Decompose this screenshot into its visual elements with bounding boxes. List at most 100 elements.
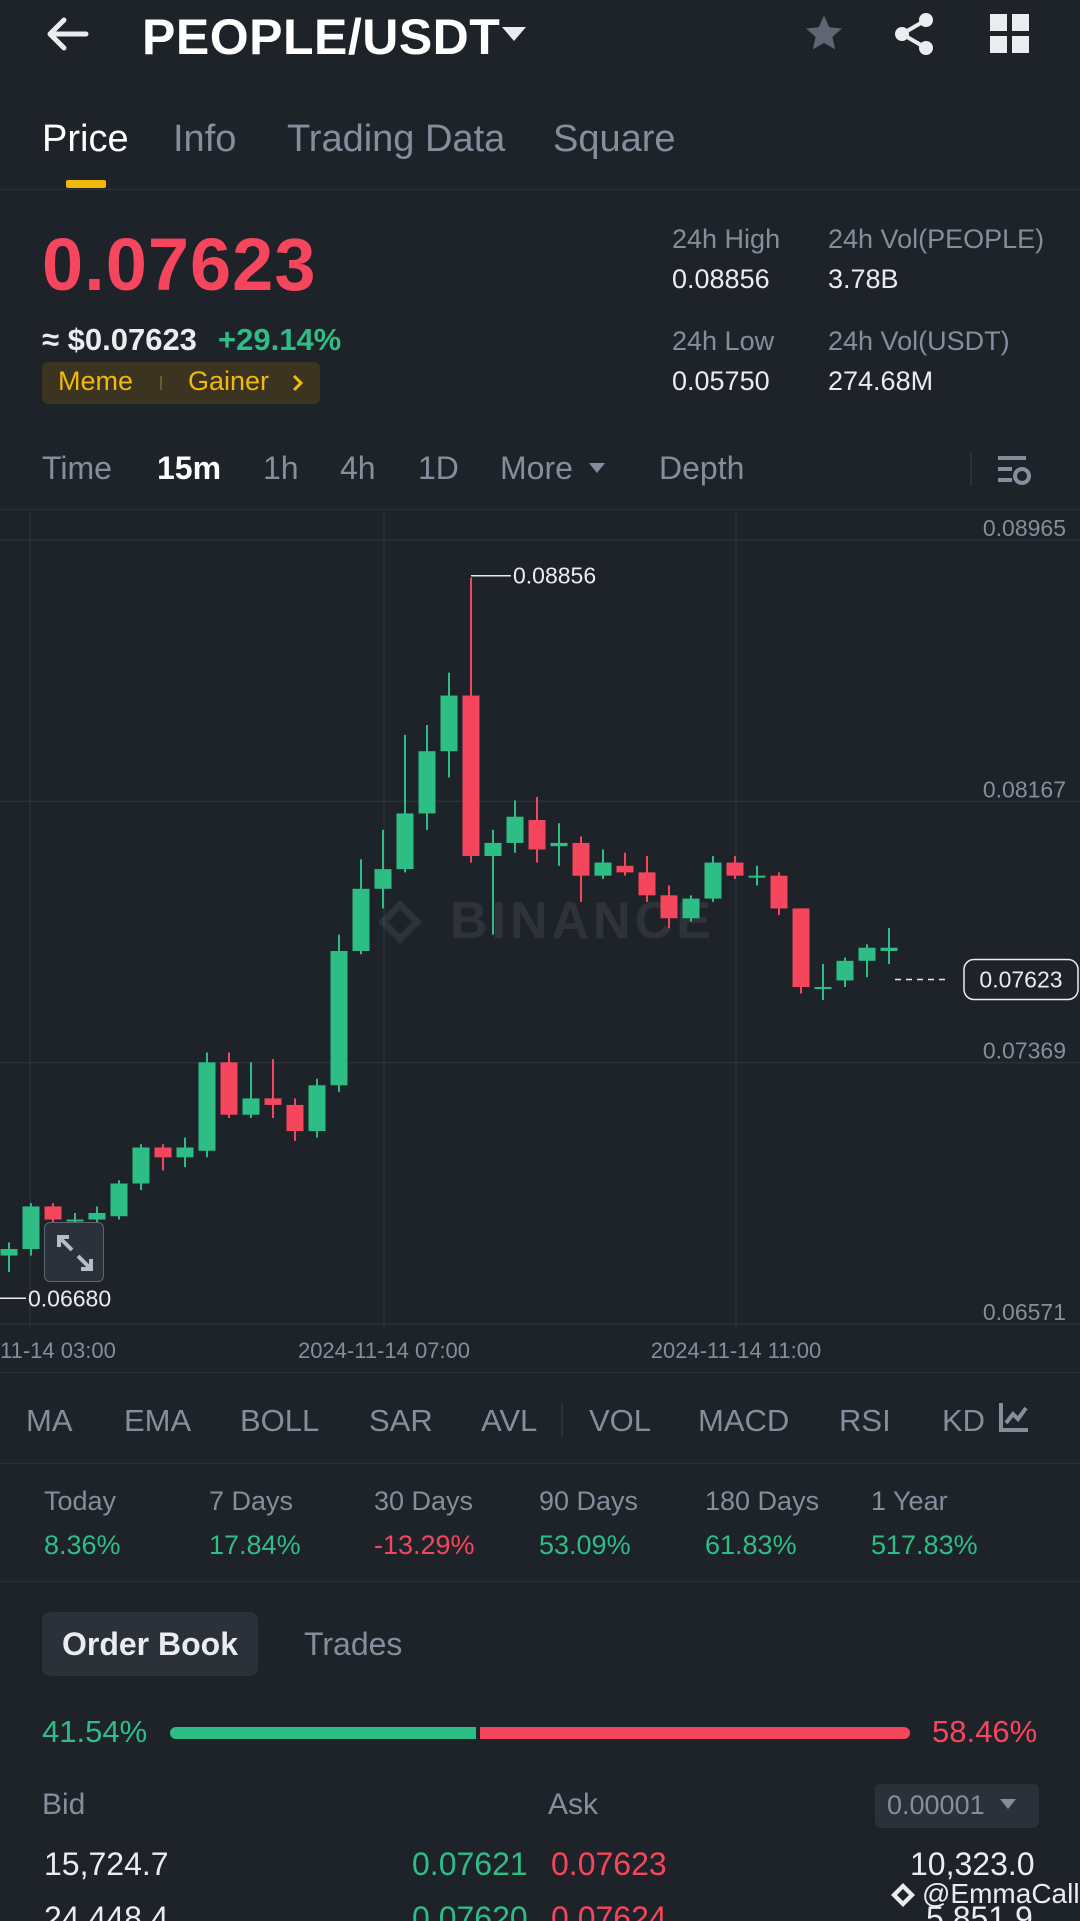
indicator-divider [561,1403,563,1437]
candlestick-chart[interactable]: BINANCE 0.08965 0.08167 0.07369 0.06571 11-1… [0,512,1080,1372]
candle-up [594,862,612,876]
interval-divider [970,452,972,486]
candle-down [792,908,810,988]
indicator-vol[interactable]: VOL [589,1403,651,1439]
tab-trading-data[interactable]: Trading Data [287,118,505,161]
tab-price[interactable]: Price [42,118,129,161]
candle-up [352,888,370,951]
candle-up [550,842,568,847]
candle-up [308,1085,326,1132]
last-price: 0.07623 [42,223,317,306]
perf-label-180d: 180 Days [705,1486,820,1516]
candle-up [242,1098,260,1115]
bid-qty-row2[interactable]: 24,448.4 [44,1900,169,1921]
perf-value-1y: 517.83% [871,1530,978,1560]
precision-select[interactable]: 0.00001 [875,1784,1039,1828]
perf-label-30d: 30 Days [374,1486,474,1516]
indicator-macd[interactable]: MACD [698,1403,789,1439]
stat-low-value: 0.05750 [672,366,770,396]
bid-qty-row1[interactable]: 15,724.7 [44,1846,169,1883]
caret-down-icon[interactable] [500,24,528,44]
tag-bar[interactable]: Meme Gainer [42,362,320,404]
candle-up [110,1183,128,1217]
share-icon[interactable] [892,12,936,56]
main-tabs: Price Info Trading Data Square [0,108,1080,190]
candle-up [198,1062,216,1151]
candle-up [440,695,458,752]
indicator-kd[interactable]: KD [942,1403,985,1439]
perf-label-7d: 7 Days [209,1486,294,1516]
stat-high-value: 0.08856 [672,264,770,294]
candle-down [660,895,678,919]
low-marker-label: 0.06680 [28,1285,111,1311]
price-change: +29.14% [218,322,342,357]
candle-down [726,862,744,876]
candle-down [44,1206,62,1220]
interval-1h[interactable]: 1h [263,450,299,487]
candle-down [264,1098,282,1105]
precision-value: 0.00001 [887,1790,985,1820]
tag-divider [160,376,162,390]
tab-order-book[interactable]: Order Book [42,1612,258,1676]
ask-price-row2[interactable]: 0.07624 [551,1900,667,1921]
stat-vol-base-value: 3.78B [828,264,899,294]
chart-settings-icon[interactable] [996,452,1032,488]
indicator-ema[interactable]: EMA [124,1403,191,1439]
time-axis-label: 2024-11-14 11:00 [651,1338,821,1363]
bid-price-row1[interactable]: 0.07621 [412,1846,528,1883]
candle-up [814,987,832,990]
stat-vol-base-label: 24h Vol(PEOPLE) [828,224,1045,254]
candle-up [330,950,348,1086]
indicator-bar: MA EMA BOLL SAR AVL VOL MACD RSI KD [0,1372,1080,1464]
indicator-avl[interactable]: AVL [481,1403,537,1439]
fullscreen-button[interactable] [44,1222,104,1282]
indicator-settings-icon[interactable] [998,1401,1030,1433]
indicator-sar[interactable]: SAR [369,1403,433,1439]
indicator-boll[interactable]: BOLL [240,1403,319,1439]
price-axis-label: 0.08965 [983,515,1066,541]
indicator-ma[interactable]: MA [26,1403,73,1439]
interval-bar: Time 15m 1h 4h 1D More Depth [0,440,1080,510]
stat-high-label: 24h High [672,224,781,254]
perf-value-180d: 61.83% [705,1530,797,1560]
interval-15m[interactable]: 15m [157,450,221,487]
bid-price-row2[interactable]: 0.07620 [412,1900,528,1921]
interval-depth[interactable]: Depth [659,450,744,487]
interval-1d[interactable]: 1D [418,450,459,487]
interval-time[interactable]: Time [42,450,112,487]
star-icon[interactable] [802,12,846,56]
active-tab-indicator [66,180,106,188]
tab-info[interactable]: Info [173,118,236,161]
ask-header: Ask [548,1788,599,1821]
tag-gainer[interactable]: Gainer [188,366,269,397]
tag-meme[interactable]: Meme [58,366,133,397]
tab-trades[interactable]: Trades [304,1626,402,1663]
chevron-right-icon [292,374,304,392]
interval-4h[interactable]: 4h [340,450,376,487]
chart-svg[interactable]: BINANCE 0.089650.081670.073690.0657111-1… [0,512,1080,1372]
ask-price-row1[interactable]: 0.07623 [551,1846,667,1883]
perf-value-30d: -13.29% [374,1530,475,1560]
candle-down [770,875,788,909]
interval-more[interactable]: More [500,450,573,487]
candle-up [0,1249,18,1256]
back-arrow-icon[interactable] [44,12,92,56]
tab-square[interactable]: Square [553,118,676,161]
bid-ratio-bar [170,1727,476,1739]
high-marker-label: 0.08856 [513,563,596,589]
pair-title[interactable]: PEOPLE/USDT [142,8,500,66]
perf-value-90d: 53.09% [539,1530,631,1560]
grid-icon[interactable] [990,14,1030,54]
candle-up [374,869,392,889]
perf-label-today: Today [44,1486,117,1516]
price-axis-label: 0.07369 [983,1038,1066,1064]
candle-down [572,842,590,876]
more-caret-icon [589,463,605,473]
price-usd: ≈ $0.07623 [42,322,197,357]
candle-up [506,816,524,843]
ask-ratio: 58.46% [932,1714,1038,1749]
perf-label-90d: 90 Days [539,1486,639,1516]
expand-icon [57,1235,93,1271]
indicator-rsi[interactable]: RSI [839,1403,891,1439]
price-axis-label: 0.08167 [983,776,1066,802]
